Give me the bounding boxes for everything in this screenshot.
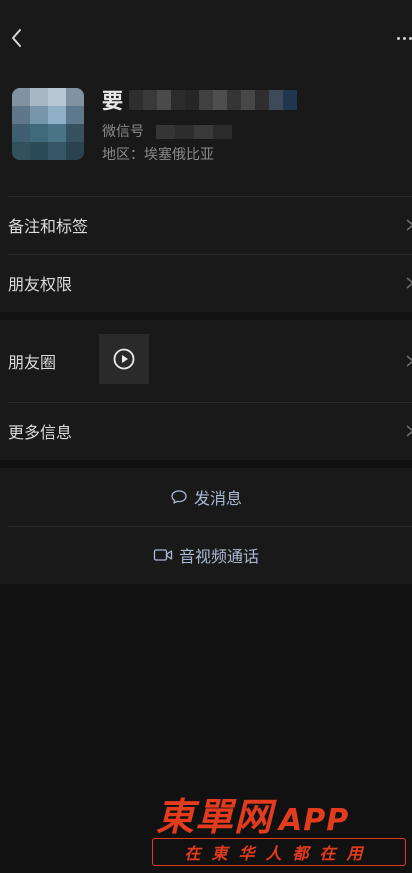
avatar-mosaic <box>12 88 30 106</box>
avatar-mosaic <box>66 142 84 160</box>
avatar-mosaic <box>48 142 66 160</box>
actions-section: 发消息 音视频通话 <box>0 468 412 584</box>
more-dot <box>403 36 406 40</box>
mosaic-block <box>185 90 199 110</box>
mosaic-block <box>129 90 143 110</box>
chevron-right-icon <box>406 425 412 437</box>
avatar-mosaic <box>30 124 48 142</box>
remarks-tags-label: 备注和标签 <box>8 217 89 236</box>
settings-section: 备注和标签 朋友权限 <box>0 196 412 312</box>
watermark-slogan: 在東华人都在用 <box>152 838 406 866</box>
mosaic-block <box>213 90 227 110</box>
back-button[interactable] <box>4 26 28 50</box>
play-circle-icon <box>113 348 135 370</box>
avatar-mosaic <box>30 142 48 160</box>
wechat-id-label: 微信号 <box>102 124 144 140</box>
video-call-button[interactable]: 音视频通话 <box>0 526 412 584</box>
nickname: 要 <box>102 89 123 113</box>
mosaic-block <box>269 90 283 110</box>
info-section: 朋友圈 更多信息 <box>0 320 412 460</box>
chevron-right-icon <box>406 355 412 367</box>
name-row: 要 <box>102 86 297 114</box>
mosaic-block <box>283 90 297 110</box>
more-info-row[interactable]: 更多信息 <box>0 402 412 460</box>
mosaic-block <box>227 90 241 110</box>
avatar-mosaic <box>12 142 30 160</box>
mosaic-block <box>255 90 269 110</box>
send-message-button[interactable]: 发消息 <box>0 468 412 526</box>
nickname-mosaic <box>129 90 297 110</box>
chevron-right-icon <box>406 277 412 289</box>
chat-bubble-icon <box>171 490 187 504</box>
moments-thumbnail[interactable] <box>99 334 149 384</box>
avatar-mosaic <box>12 106 30 124</box>
watermark-app-text: APP <box>279 803 350 838</box>
more-options-button[interactable] <box>390 30 412 46</box>
contact-profile-screen: 要 微信号 地区：埃塞俄比亚 备注和标签 朋友权限 朋友圈 更多信息 发消息 音… <box>0 0 412 873</box>
mosaic-block <box>171 90 185 110</box>
chevron-right-icon <box>406 219 412 231</box>
avatar[interactable] <box>12 88 84 160</box>
more-info-label: 更多信息 <box>8 423 73 442</box>
profile-header: 要 微信号 地区：埃塞俄比亚 <box>0 78 412 196</box>
send-message-label: 发消息 <box>193 489 242 508</box>
top-bar <box>0 0 412 78</box>
avatar-mosaic <box>30 106 48 124</box>
wechat-id-line: 微信号 <box>102 121 233 141</box>
avatar-mosaic <box>30 88 48 106</box>
remarks-tags-row[interactable]: 备注和标签 <box>0 196 412 254</box>
mosaic-block <box>199 90 213 110</box>
avatar-mosaic <box>48 106 66 124</box>
watermark-main: 東單网 APP <box>156 786 349 841</box>
avatar-mosaic <box>48 124 66 142</box>
mosaic-block <box>143 90 157 110</box>
avatar-mosaic <box>12 124 30 142</box>
avatar-mosaic <box>48 88 66 106</box>
moments-row[interactable]: 朋友圈 <box>0 320 412 402</box>
chevron-left-icon <box>12 29 21 47</box>
watermark-logo: 東單网 APP 在東华人都在用 <box>152 786 408 870</box>
mosaic-block <box>157 90 171 110</box>
video-camera-icon <box>153 549 173 561</box>
more-dots-icon <box>397 36 400 40</box>
region-label: 地区： <box>102 147 144 163</box>
region-line: 地区：埃塞俄比亚 <box>102 144 214 164</box>
friend-permissions-row[interactable]: 朋友权限 <box>0 254 412 312</box>
wechat-id-mosaic <box>156 125 233 139</box>
avatar-mosaic <box>66 124 84 142</box>
friend-permissions-label: 朋友权限 <box>8 275 73 294</box>
watermark-main-text: 東單网 <box>156 795 274 839</box>
avatar-mosaic <box>66 106 84 124</box>
avatar-mosaic <box>66 88 84 106</box>
moments-label: 朋友圈 <box>8 353 57 372</box>
region-value: 埃塞俄比亚 <box>144 147 214 163</box>
video-call-label: 音视频通话 <box>178 547 259 566</box>
mosaic-block <box>241 90 255 110</box>
